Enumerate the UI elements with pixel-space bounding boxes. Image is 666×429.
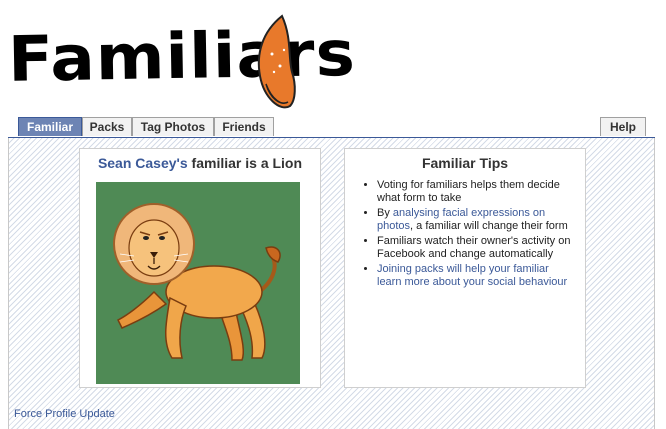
lion-illustration-icon (113, 203, 281, 361)
fox-tail-icon (257, 14, 296, 109)
tab-help[interactable]: Help (600, 117, 646, 136)
tab-packs[interactable]: Packs (82, 117, 132, 136)
content-panel: Sean Casey's familiar is a Lion Familiar… (8, 138, 655, 429)
tip-text: Voting for familiars helps them decide w… (377, 179, 560, 204)
tip-item: Voting for familiars helps them decide w… (377, 179, 575, 205)
familiar-title: Sean Casey's familiar is a Lion (80, 155, 320, 171)
owner-name-link[interactable]: Sean Casey's (98, 155, 188, 171)
tip-item: Joining packs will help your familiar le… (377, 263, 575, 289)
tab-familiar[interactable]: Familiar (18, 117, 82, 136)
tip-text: By (377, 207, 393, 219)
app-logo-text: Familiars (7, 16, 357, 97)
force-profile-update-link[interactable]: Force Profile Update (14, 408, 115, 420)
tip-item: By analysing facial expressions on photo… (377, 207, 575, 233)
tips-title: Familiar Tips (421, 155, 509, 171)
lion-image (96, 182, 300, 384)
familiar-card: Sean Casey's familiar is a Lion (79, 148, 321, 388)
joining-packs-link[interactable]: Joining packs will help your familiar le… (377, 263, 567, 288)
familiar-title-suffix: familiar is a Lion (187, 155, 303, 171)
tip-text: , a familiar will change their form (410, 220, 568, 232)
tips-list: Voting for familiars helps them decide w… (359, 179, 575, 289)
tip-text: Familiars watch their owner's activity o… (377, 235, 571, 260)
tab-friends[interactable]: Friends (214, 117, 274, 136)
tab-bar: Familiar Packs Tag Photos Friends Help (8, 117, 655, 138)
tip-item: Familiars watch their owner's activity o… (377, 235, 575, 261)
tab-tag-photos[interactable]: Tag Photos (132, 117, 214, 136)
tips-card: Familiar Tips Voting for familiars helps… (344, 148, 586, 388)
